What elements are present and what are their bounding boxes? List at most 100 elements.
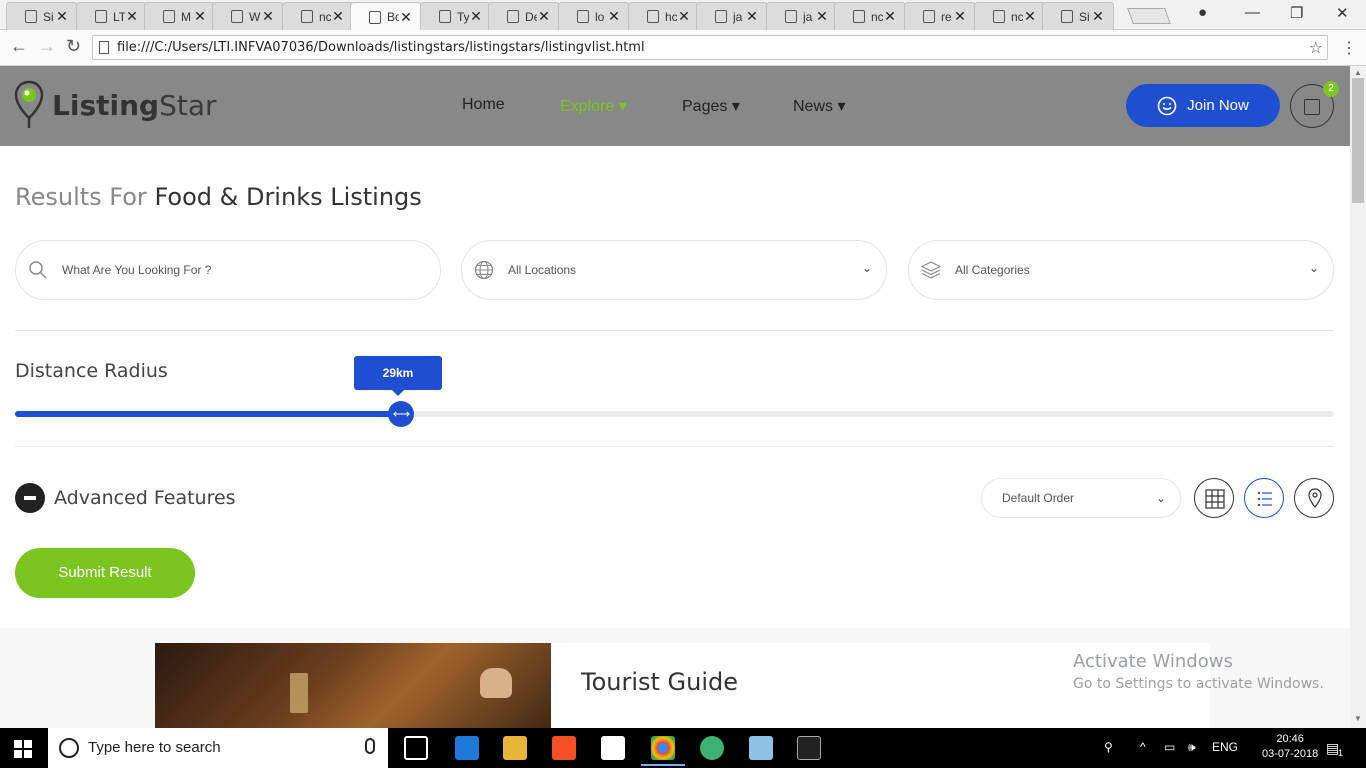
browser-tab[interactable]: W ✕ bbox=[212, 2, 284, 30]
browser-tab[interactable]: nc ✕ bbox=[974, 2, 1046, 30]
language-indicator[interactable]: ENG bbox=[1212, 740, 1238, 754]
tray-expand-icon[interactable]: ^ bbox=[1140, 740, 1146, 754]
tab-title: ja bbox=[733, 9, 743, 24]
browser-tab[interactable]: lo ✕ bbox=[558, 2, 630, 30]
tab-close-icon[interactable]: ✕ bbox=[261, 8, 275, 25]
browser-tab[interactable]: M ✕ bbox=[144, 2, 216, 30]
browser-tab[interactable]: nc ✕ bbox=[282, 2, 354, 30]
tab-close-icon[interactable]: ✕ bbox=[537, 8, 551, 25]
advanced-features-toggle[interactable]: Advanced Features bbox=[54, 487, 236, 509]
scrollbar-thumb[interactable] bbox=[1352, 78, 1364, 203]
mail-icon[interactable] bbox=[601, 736, 625, 760]
taskbar-search-box[interactable]: Type here to search bbox=[48, 728, 388, 768]
browser-tab[interactable]: LT ✕ bbox=[76, 2, 148, 30]
chevron-down-icon: ▾ bbox=[837, 98, 846, 115]
people-icon[interactable]: ⚲ bbox=[1104, 740, 1113, 754]
minimize-icon[interactable]: — bbox=[1245, 4, 1260, 21]
tab-close-icon[interactable]: ✕ bbox=[745, 8, 759, 25]
volume-icon[interactable]: 🕪 bbox=[1188, 740, 1196, 755]
list-view-button[interactable] bbox=[1244, 478, 1284, 518]
windows-start-icon[interactable] bbox=[14, 740, 32, 758]
sort-order-select[interactable]: Default Order ⌄ bbox=[981, 478, 1181, 518]
task-view-icon[interactable] bbox=[404, 736, 428, 760]
browser-tab[interactable]: Bo✕ bbox=[350, 2, 422, 31]
reload-icon[interactable]: ↻ bbox=[66, 36, 81, 57]
map-view-button[interactable] bbox=[1294, 478, 1334, 518]
new-tab-button[interactable] bbox=[1127, 8, 1171, 24]
logo-text: ListingStar bbox=[52, 88, 217, 122]
nav-explore[interactable]: Explore ▾ bbox=[560, 96, 627, 116]
location-select[interactable]: All Locations ⌄ bbox=[461, 240, 887, 300]
chrome-icon[interactable] bbox=[641, 736, 685, 766]
browser-tab[interactable]: hc ✕ bbox=[628, 2, 700, 30]
network-icon[interactable]: ▭ bbox=[1164, 740, 1175, 754]
site-logo[interactable]: ListingStar bbox=[14, 80, 217, 130]
tab-close-icon[interactable]: ✕ bbox=[193, 8, 207, 25]
forward-arrow-icon[interactable]: → bbox=[38, 36, 56, 57]
page-scrollbar[interactable]: ▲ ▼ bbox=[1350, 66, 1366, 728]
tab-close-icon[interactable]: ✕ bbox=[607, 8, 621, 25]
submit-result-button[interactable]: Submit Result bbox=[15, 548, 195, 598]
url-input[interactable]: file:///C:/Users/LTI.INFVA07036/Download… bbox=[92, 35, 1328, 60]
tab-close-icon[interactable]: ✕ bbox=[331, 8, 345, 25]
browser-tab[interactable]: Ty ✕ bbox=[420, 2, 492, 30]
browser-tab[interactable]: ja ✕ bbox=[766, 2, 838, 30]
grid-icon bbox=[1205, 489, 1225, 509]
store-icon[interactable] bbox=[552, 736, 576, 760]
microphone-icon[interactable] bbox=[365, 738, 375, 754]
tab-close-icon[interactable]: ✕ bbox=[469, 8, 483, 25]
scroll-down-arrow-icon[interactable]: ▼ bbox=[1354, 714, 1362, 723]
smiley-icon bbox=[1157, 96, 1177, 115]
taskbar-clock[interactable]: 20:46 03-07-2018 bbox=[1262, 732, 1318, 762]
chevron-down-icon: ⌄ bbox=[861, 261, 872, 275]
tab-close-icon[interactable]: ✕ bbox=[883, 8, 897, 25]
tab-close-icon[interactable]: ✕ bbox=[677, 8, 691, 25]
listing-card[interactable]: Tourist Guide bbox=[155, 643, 1210, 728]
grid-view-button[interactable] bbox=[1194, 478, 1234, 518]
window-close-icon[interactable]: ✕ bbox=[1336, 4, 1349, 22]
listing-image[interactable] bbox=[155, 643, 551, 728]
listing-title[interactable]: Tourist Guide bbox=[581, 668, 738, 696]
tab-close-icon[interactable]: ✕ bbox=[55, 8, 69, 25]
tab-title: W bbox=[249, 9, 261, 24]
cart-button[interactable]: 2 bbox=[1290, 81, 1339, 128]
browser-tab[interactable]: re ✕ bbox=[904, 2, 976, 30]
nav-home[interactable]: Home bbox=[462, 96, 505, 114]
page-viewport: ListingStar Home Explore ▾ Pages ▾ News … bbox=[0, 66, 1350, 728]
keyword-search-field[interactable]: What Are You Looking For ? bbox=[15, 240, 441, 300]
file-explorer-icon[interactable] bbox=[503, 736, 527, 760]
command-prompt-icon[interactable] bbox=[797, 736, 821, 760]
tab-title: lo bbox=[595, 9, 605, 24]
tab-close-icon[interactable]: ✕ bbox=[953, 8, 967, 25]
tab-close-icon[interactable]: ✕ bbox=[399, 9, 413, 26]
join-now-button[interactable]: Join Now bbox=[1126, 84, 1280, 127]
tab-close-icon[interactable]: ✕ bbox=[1091, 8, 1105, 25]
atom-editor-icon[interactable] bbox=[700, 736, 724, 760]
browser-menu-icon[interactable]: ⋮ bbox=[1341, 38, 1357, 58]
nav-pages[interactable]: Pages ▾ bbox=[682, 96, 740, 116]
browser-tab[interactable]: nc ✕ bbox=[834, 2, 906, 30]
map-pin-logo-icon bbox=[14, 80, 44, 128]
browser-tab[interactable]: Si ✕ bbox=[6, 2, 78, 30]
browser-tab[interactable]: ja ✕ bbox=[696, 2, 768, 30]
browser-tab[interactable]: Si ✕ bbox=[1042, 2, 1114, 30]
slider-handle[interactable]: ⟷ bbox=[388, 401, 415, 427]
scroll-up-arrow-icon[interactable]: ▲ bbox=[1354, 68, 1362, 77]
browser-tab[interactable]: De✕ bbox=[488, 2, 560, 30]
favicon-icon bbox=[923, 10, 935, 23]
tab-close-icon[interactable]: ✕ bbox=[1023, 8, 1037, 25]
nav-news[interactable]: News ▾ bbox=[793, 96, 846, 116]
tab-close-icon[interactable]: ✕ bbox=[815, 8, 829, 25]
collapse-minus-icon[interactable] bbox=[15, 483, 45, 513]
edge-browser-icon[interactable] bbox=[455, 736, 479, 760]
bookmark-star-icon[interactable]: ☆ bbox=[1309, 36, 1323, 59]
tab-title: Si bbox=[1079, 9, 1090, 24]
slider-fill bbox=[15, 411, 402, 417]
profile-icon[interactable]: ● bbox=[1198, 4, 1207, 21]
maximize-icon[interactable]: ❐ bbox=[1290, 4, 1303, 22]
distance-radius-slider[interactable]: ⟷ bbox=[15, 401, 1334, 427]
app-icon[interactable] bbox=[749, 736, 773, 760]
tab-close-icon[interactable]: ✕ bbox=[125, 8, 139, 25]
category-select[interactable]: All Categories ⌄ bbox=[908, 240, 1334, 300]
back-arrow-icon[interactable]: ← bbox=[10, 36, 28, 57]
